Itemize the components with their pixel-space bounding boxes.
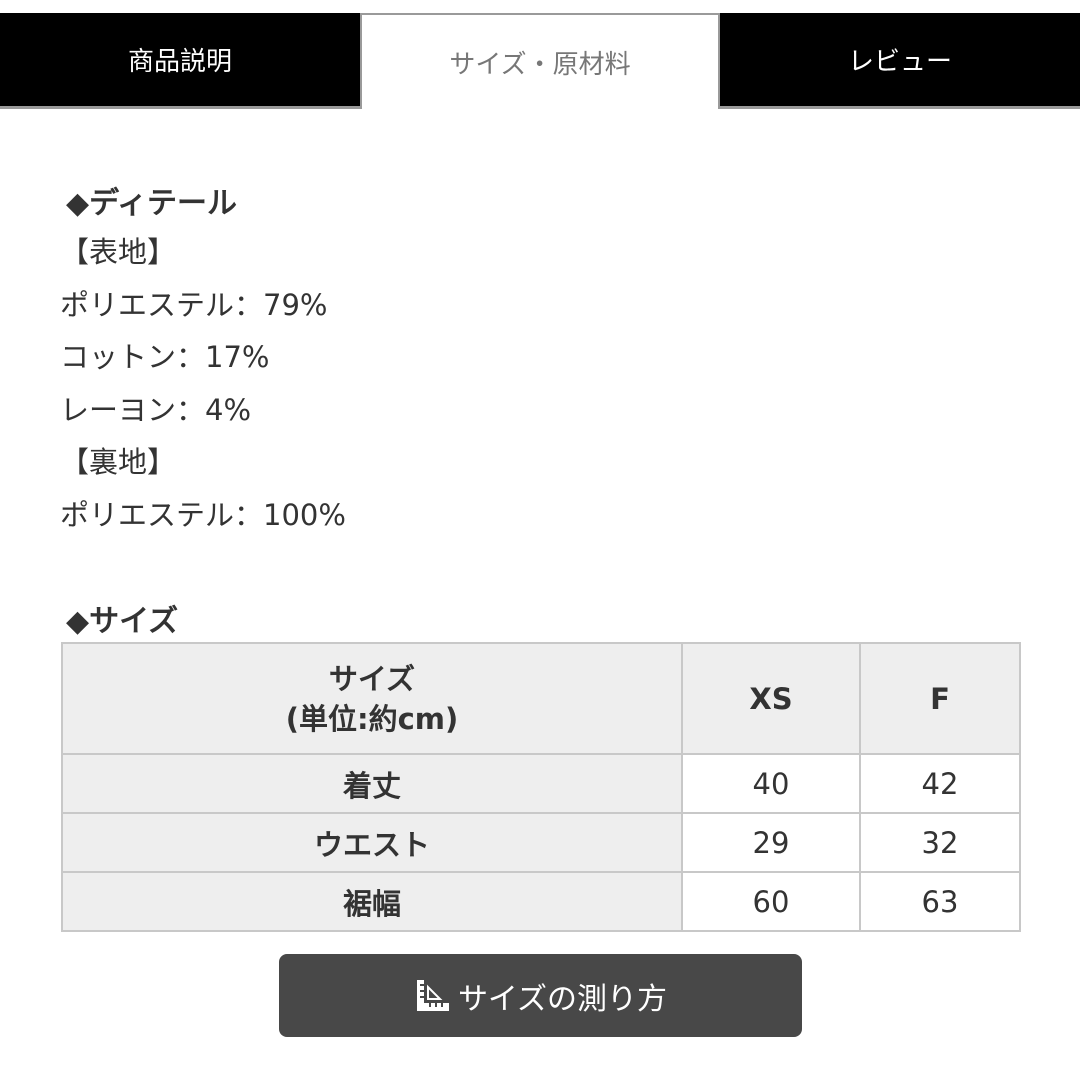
material-line: ポリエステル：79%: [60, 287, 328, 322]
size-column-xs: XS: [681, 642, 861, 755]
material-line: コットン：17%: [60, 340, 270, 374]
tab-bar: 商品説明 サイズ・原材料 レビュー: [0, 13, 1080, 109]
table-row: ウエスト 29 32: [61, 812, 1021, 873]
tab-label: サイズ・原材料: [449, 49, 631, 80]
tab-product-description[interactable]: 商品説明: [0, 13, 360, 109]
tab-label: レビュー: [847, 47, 952, 77]
cell-value: 32: [859, 812, 1021, 873]
tab-size-materials[interactable]: サイズ・原材料: [360, 13, 720, 109]
size-guide-button[interactable]: サイズの測り方: [279, 954, 802, 1037]
row-label: 着丈: [61, 753, 683, 814]
size-guide-button-label: サイズの測り方: [457, 981, 668, 1017]
size-header-label: サイズ: [328, 661, 416, 696]
table-row: 着丈 40 42: [61, 753, 1021, 814]
size-heading: ◆サイズ: [66, 604, 179, 639]
page: 商品説明 サイズ・原材料 レビュー ◆ディテール 【表地】 ポリエステル：79%…: [0, 0, 1080, 1080]
size-table-header-row: サイズ (単位:約cm) XS F: [61, 642, 1021, 755]
cell-value: 40: [681, 753, 861, 814]
row-label: 裾幅: [61, 871, 683, 932]
cell-value: 63: [859, 871, 1021, 932]
cell-value: 29: [681, 812, 861, 873]
tab-reviews[interactable]: レビュー: [720, 13, 1080, 109]
size-header-cell: サイズ (単位:約cm): [61, 642, 683, 755]
material-list: 【表地】 ポリエステル：79% コットン：17% レーヨン：4% 【裏地】 ポリ…: [60, 226, 346, 541]
size-column-f: F: [859, 642, 1021, 755]
size-table: サイズ (単位:約cm) XS F 着丈 40 42 ウエスト 29 32 裾幅…: [61, 642, 1021, 932]
table-row: 裾幅 60 63: [61, 871, 1021, 932]
material-line: 【裏地】: [60, 445, 177, 479]
size-header-unit: (単位:約cm): [285, 701, 459, 736]
row-label: ウエスト: [61, 812, 683, 873]
material-line: 【表地】: [60, 235, 177, 269]
ruler-measure-icon: [414, 978, 452, 1014]
cell-value: 60: [681, 871, 861, 932]
detail-heading: ◆ディテール: [66, 186, 237, 221]
material-line: ポリエステル：100%: [60, 497, 346, 532]
material-line: レーヨン：4%: [60, 392, 252, 427]
tab-label: 商品説明: [127, 47, 232, 77]
cell-value: 42: [859, 753, 1021, 814]
